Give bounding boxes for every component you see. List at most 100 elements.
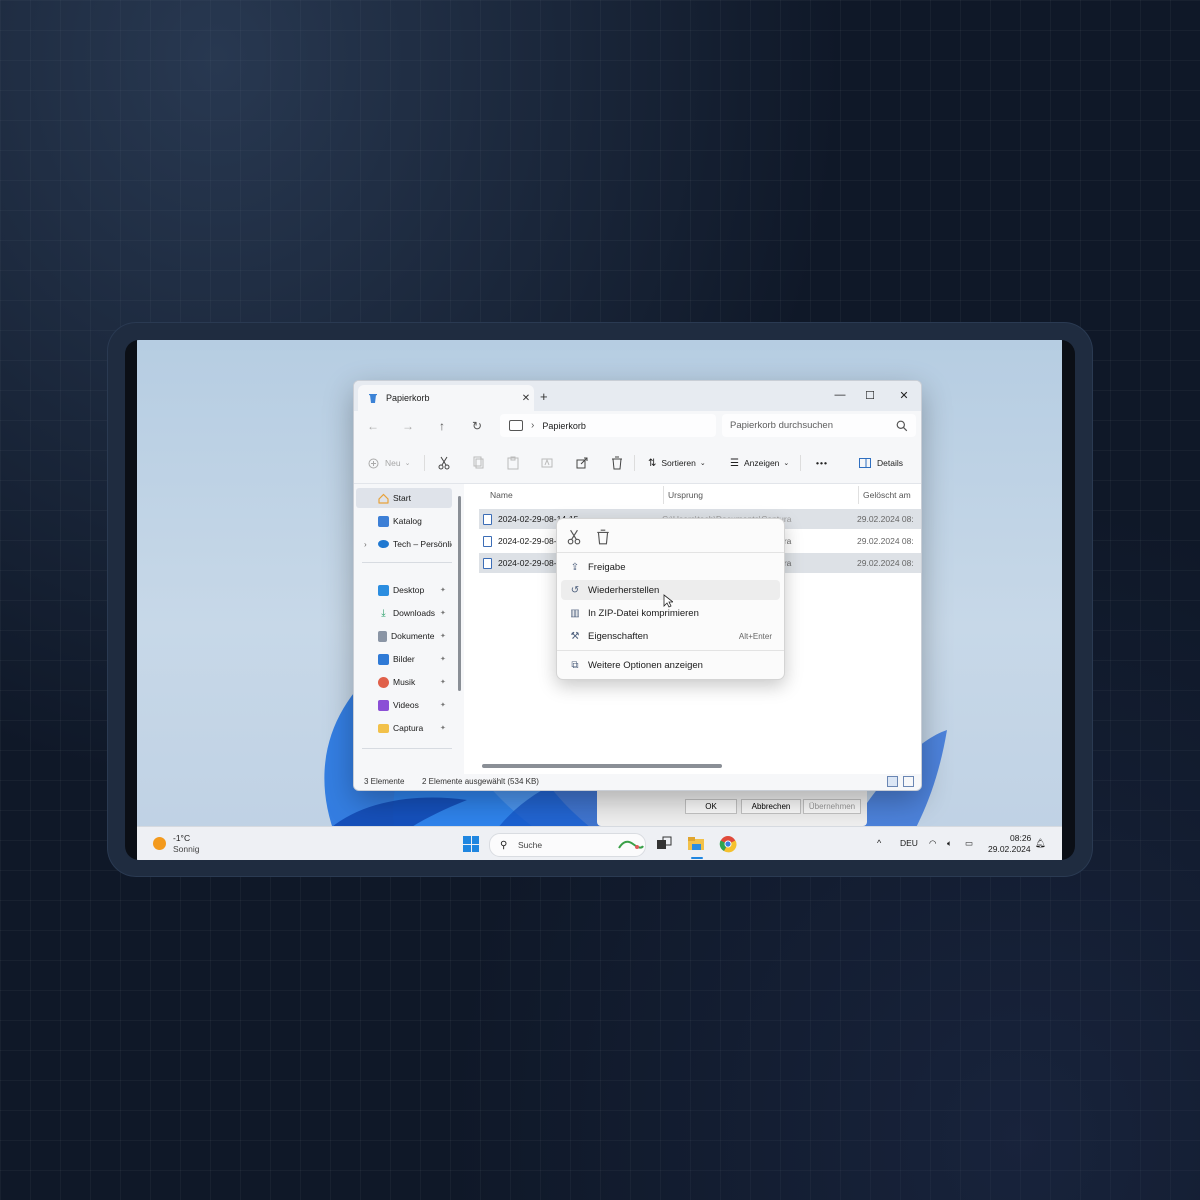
taskbar: -1°C Sonnig ⚲ Suche ^ DEU ◠ 🔈︎ ▭ 08:26 2…	[137, 826, 1062, 860]
details-view-icon[interactable]	[887, 776, 898, 787]
delete-icon[interactable]	[611, 455, 623, 471]
more-options-icon[interactable]: •••	[816, 455, 828, 471]
volume-icon[interactable]: 🔈︎	[947, 838, 952, 849]
sidebar-item-start[interactable]: Start	[356, 488, 452, 508]
cut-icon[interactable]	[565, 529, 583, 545]
tab-title: Papierkorb	[386, 393, 430, 403]
sort-label: Sortieren	[661, 458, 696, 468]
pin-icon: ✦	[440, 633, 446, 640]
view-button[interactable]: ☰ Anzeigen ⌄	[730, 455, 789, 471]
details-button[interactable]: Details	[859, 455, 903, 471]
clock-time[interactable]: 08:26	[1010, 833, 1031, 843]
address-bar[interactable]: › Papierkorb	[500, 414, 716, 437]
sidebar-item-bilder[interactable]: Bilder ✦	[356, 649, 452, 669]
sidebar-item-videos[interactable]: Videos ✦	[356, 695, 452, 715]
search-input[interactable]: Papierkorb durchsuchen	[722, 414, 916, 437]
language-indicator[interactable]: DEU	[900, 838, 918, 848]
clock-date[interactable]: 29.02.2024	[988, 844, 1031, 854]
desktop-screen: OK Abbrechen Übernehmen Papierkorb ✕ + —…	[137, 340, 1062, 860]
dialog-cancel-button[interactable]: Abbrechen	[741, 799, 801, 814]
title-bar: Papierkorb ✕ + — ☐ ✕	[354, 381, 921, 411]
horizontal-scrollbar[interactable]	[482, 764, 722, 768]
new-tab-icon[interactable]: +	[540, 389, 548, 404]
menu-item-more-options[interactable]: ⧉ Weitere Optionen anzeigen	[561, 655, 780, 675]
forward-icon[interactable]: →	[401, 419, 415, 433]
up-icon[interactable]: ↑	[435, 419, 449, 433]
sidebar-item-captura[interactable]: Captura ✦	[356, 718, 452, 738]
gallery-icon	[378, 515, 389, 527]
new-icon	[368, 458, 379, 468]
restore-icon: ↺	[570, 584, 580, 596]
tiles-view-icon[interactable]	[903, 776, 914, 787]
sort-icon: ⇅	[648, 457, 657, 469]
task-view-icon[interactable]	[655, 835, 673, 853]
document-icon	[378, 630, 387, 642]
videos-icon	[378, 699, 389, 711]
tab-recycle-bin[interactable]: Papierkorb ✕	[358, 385, 534, 411]
download-icon: ⤓	[381, 607, 386, 619]
notification-bell-icon[interactable]: 🔔︎	[1035, 838, 1046, 849]
device-bezel: OK Abbrechen Übernehmen Papierkorb ✕ + —…	[125, 340, 1075, 860]
dialog-ok-button[interactable]: OK	[685, 799, 737, 814]
chrome-icon[interactable]	[719, 835, 737, 853]
properties-icon: ⚒	[570, 630, 580, 642]
battery-icon[interactable]: ▭	[965, 838, 973, 849]
properties-dialog-footer: OK Abbrechen Übernehmen	[597, 790, 867, 826]
maximize-icon[interactable]: ☐	[854, 384, 886, 406]
weather-temperature[interactable]: -1°C	[173, 833, 190, 843]
column-header-origin[interactable]: Ursprung	[668, 490, 703, 500]
paste-icon[interactable]	[507, 455, 519, 471]
windows-start-icon[interactable]	[463, 836, 479, 852]
sidebar-item-musik[interactable]: Musik ✦	[356, 672, 452, 692]
wifi-icon[interactable]: ◠	[929, 838, 936, 849]
chevron-down-icon: ⌄	[699, 460, 706, 467]
minimize-icon[interactable]: —	[824, 384, 856, 406]
desktop-icon	[378, 584, 389, 596]
file-icon	[483, 513, 492, 525]
weather-sun-icon[interactable]	[153, 837, 166, 850]
sidebar-scrollbar[interactable]	[458, 496, 461, 691]
copy-icon[interactable]	[473, 455, 485, 471]
expand-chevron-icon[interactable]: ›	[364, 540, 367, 549]
details-label: Details	[877, 458, 903, 468]
navigation-pane: Start Katalog › Tech – Persönlich Deskto…	[354, 484, 462, 774]
column-header-deleted[interactable]: Gelöscht am	[863, 490, 911, 500]
column-header-name[interactable]: Name	[490, 490, 513, 500]
sidebar-item-onedrive[interactable]: › Tech – Persönlich	[356, 534, 452, 554]
pin-icon: ✦	[440, 610, 446, 617]
breadcrumb-recycle-bin[interactable]: Papierkorb	[542, 421, 586, 431]
status-bar: 3 Elemente 2 Elemente ausgewählt (534 KB…	[354, 774, 921, 790]
sidebar-item-dokumente[interactable]: Dokumente ✦	[356, 626, 452, 646]
cut-icon[interactable]	[438, 455, 450, 471]
dialog-apply-button[interactable]: Übernehmen	[803, 799, 861, 814]
delete-icon[interactable]	[594, 529, 612, 545]
sidebar-item-downloads[interactable]: ⤓ Downloads ✦	[356, 603, 452, 623]
tab-close-icon[interactable]: ✕	[518, 393, 534, 404]
selection-info: 2 Elemente ausgewählt (534 KB)	[422, 777, 539, 786]
shortcut-hint: Alt+Enter	[738, 631, 772, 641]
back-icon[interactable]: ←	[366, 419, 380, 433]
pin-icon: ✦	[440, 702, 446, 709]
pin-icon: ✦	[440, 656, 446, 663]
close-icon[interactable]: ✕	[888, 384, 920, 406]
computer-icon	[509, 420, 523, 431]
tray-overflow-icon[interactable]: ^	[877, 838, 881, 848]
rename-icon[interactable]	[541, 455, 553, 471]
sidebar-item-desktop[interactable]: Desktop ✦	[356, 580, 452, 600]
taskbar-search-input[interactable]: ⚲ Suche	[489, 833, 646, 857]
menu-item-share[interactable]: ⇪ Freigabe	[561, 557, 780, 577]
file-explorer-taskbar-icon[interactable]	[687, 835, 705, 853]
folder-icon	[378, 723, 389, 733]
sort-button[interactable]: ⇅ Sortieren ⌄	[648, 455, 706, 471]
new-button[interactable]: Neu ⌄	[368, 455, 410, 471]
weather-description[interactable]: Sonnig	[173, 844, 199, 854]
new-label: Neu	[385, 458, 401, 468]
command-bar: Neu ⌄ ⇅ Sortieren ⌄ ☰ Anzeigen ⌄ ••• Det…	[354, 443, 921, 484]
recycle-bin-icon	[369, 394, 377, 403]
menu-item-properties[interactable]: ⚒ Eigenschaften Alt+Enter	[561, 626, 780, 646]
share-icon[interactable]	[576, 455, 588, 471]
search-placeholder: Papierkorb durchsuchen	[730, 420, 833, 431]
share-icon: ⇪	[570, 561, 580, 573]
sidebar-item-katalog[interactable]: Katalog	[356, 511, 452, 531]
refresh-icon[interactable]: ↻	[470, 419, 484, 433]
